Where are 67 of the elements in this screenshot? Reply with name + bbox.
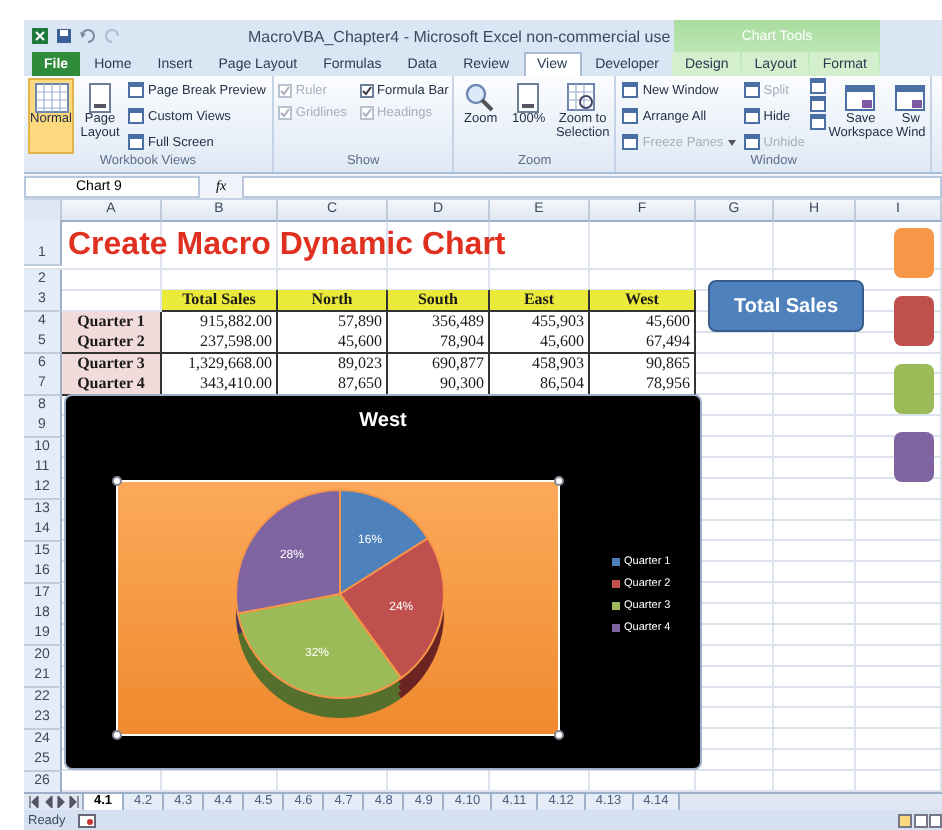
table-cell: Quarter 2 bbox=[62, 332, 162, 355]
window-icon bbox=[128, 82, 144, 98]
window-icon bbox=[622, 134, 639, 150]
spreadsheet-app-icon bbox=[32, 28, 48, 44]
table-cell: East bbox=[490, 290, 590, 313]
shape-button[interactable] bbox=[894, 364, 934, 414]
table-cell: 45,600 bbox=[590, 311, 696, 334]
table-cell: 87,650 bbox=[278, 374, 388, 397]
checkbox[interactable] bbox=[359, 84, 374, 98]
table-cell: 1,329,668.00 bbox=[162, 353, 278, 376]
window-icon bbox=[743, 134, 760, 150]
sheet-navigation-icon[interactable] bbox=[28, 796, 80, 808]
table-cell: 45,600 bbox=[490, 332, 590, 355]
table-cell: Quarter 1 bbox=[62, 311, 162, 334]
window-icon bbox=[743, 82, 760, 98]
table-cell: 915,882.00 bbox=[162, 311, 278, 334]
view-icon bbox=[898, 813, 942, 827]
window-icon bbox=[622, 82, 639, 98]
resize-handle[interactable] bbox=[112, 730, 122, 740]
table-cell: 89,023 bbox=[278, 353, 388, 376]
macro-button[interactable]: Total Sales bbox=[708, 280, 864, 332]
table-cell: 458,903 bbox=[490, 353, 590, 376]
table-cell: North bbox=[278, 290, 388, 313]
redo-icon bbox=[104, 28, 120, 44]
window-icon bbox=[844, 82, 877, 114]
macro-record-icon bbox=[77, 813, 96, 827]
table-cell: 356,489 bbox=[388, 311, 490, 334]
page-icon bbox=[84, 82, 116, 114]
caret-icon bbox=[727, 139, 736, 145]
magnifier-icon bbox=[464, 82, 497, 114]
grid-icon bbox=[33, 82, 69, 114]
table-cell: 78,904 bbox=[388, 332, 490, 355]
resize-handle[interactable] bbox=[554, 730, 564, 740]
table-cell: 78,956 bbox=[590, 374, 696, 397]
window-icon bbox=[743, 108, 760, 124]
save-icon bbox=[56, 28, 72, 44]
shape-button[interactable] bbox=[894, 228, 934, 278]
table-cell: Total Sales bbox=[162, 290, 278, 313]
table-cell: 57,890 bbox=[278, 311, 388, 334]
table-cell: Quarter 3 bbox=[62, 353, 162, 376]
formula-input[interactable] bbox=[242, 175, 942, 197]
table-cell: Quarter 4 bbox=[62, 374, 162, 397]
window-icon bbox=[128, 134, 144, 150]
window-title: MacroVBA_Chapter4 - Microsoft Excel non-commercial use bbox=[246, 27, 673, 45]
resize-handle[interactable] bbox=[112, 476, 122, 486]
table-cell: West bbox=[590, 290, 696, 313]
shape-button[interactable] bbox=[894, 296, 934, 346]
shape-button[interactable] bbox=[894, 432, 934, 482]
table-cell: South bbox=[388, 290, 490, 313]
table-cell: 45,600 bbox=[278, 332, 388, 355]
table-cell: 455,903 bbox=[490, 311, 590, 334]
table-cell: 90,300 bbox=[388, 374, 490, 397]
window-icon bbox=[622, 108, 639, 124]
window-icon bbox=[128, 108, 144, 124]
table-cell: 237,598.00 bbox=[162, 332, 278, 355]
grid-magnifier-icon bbox=[566, 82, 599, 114]
table-cell: 690,877 bbox=[388, 353, 490, 376]
table-cell: 90,865 bbox=[590, 353, 696, 376]
table-cell: 67,494 bbox=[590, 332, 696, 355]
window-icon bbox=[894, 82, 927, 114]
resize-handle[interactable] bbox=[554, 476, 564, 486]
table-cell: 86,504 bbox=[490, 374, 590, 397]
page-icon bbox=[512, 82, 545, 114]
undo-icon bbox=[80, 28, 96, 44]
table-cell: 343,410.00 bbox=[162, 374, 278, 397]
chart-title: West bbox=[357, 410, 409, 432]
sheet-title: Create Macro Dynamic Chart bbox=[66, 225, 508, 265]
